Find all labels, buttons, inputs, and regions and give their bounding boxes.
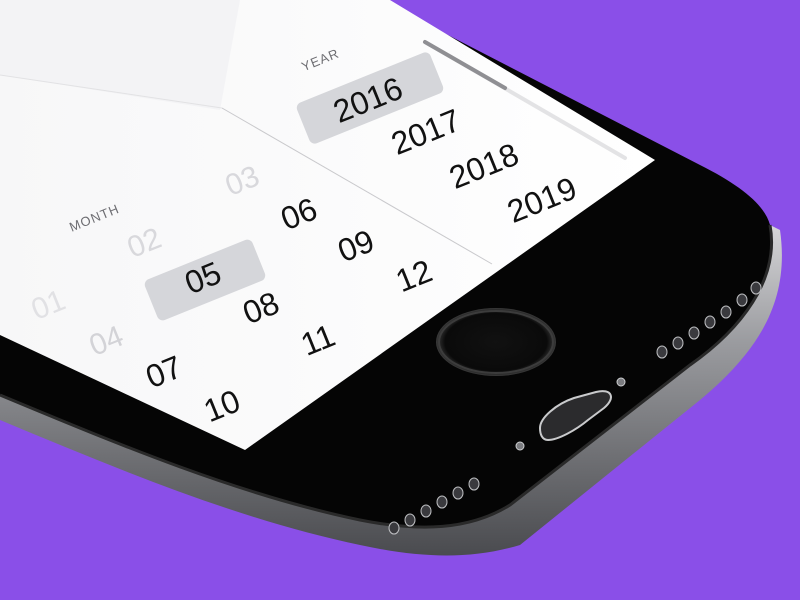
stage: MONTH YEAR 01 02 03 04 05 06 07 08 09 10… xyxy=(0,0,800,600)
phone-device: MONTH YEAR 01 02 03 04 05 06 07 08 09 10… xyxy=(0,0,782,556)
screw-icon xyxy=(616,377,626,387)
screw-icon xyxy=(515,441,525,451)
home-button-icon[interactable] xyxy=(436,308,556,376)
